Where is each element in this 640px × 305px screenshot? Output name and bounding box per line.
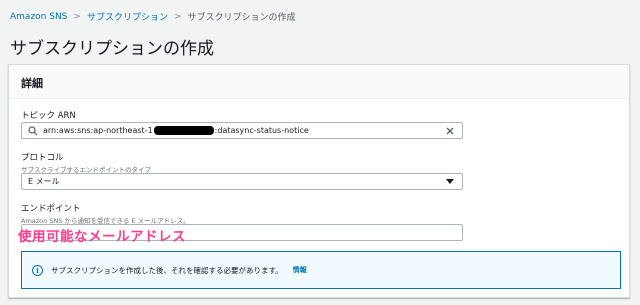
breadcrumb-subscriptions[interactable]: サブスクリプション bbox=[87, 10, 168, 23]
endpoint-label: エンドポイント bbox=[21, 204, 81, 214]
topic-arn-prefix: arn:aws:sns:ap-northeast-1 bbox=[43, 126, 153, 135]
protocol-field: プロトコル サブスクライブするエンドポイントのタイプ E メール bbox=[21, 151, 463, 190]
redaction-mark bbox=[153, 126, 214, 135]
info-icon: i bbox=[32, 264, 43, 276]
chevron-down-icon bbox=[446, 179, 454, 184]
breadcrumb: Amazon SNS > サブスクリプション > サブスクリプションの作成 bbox=[10, 10, 296, 24]
topic-arn-value: arn:aws:sns:ap-northeast-1 :datasync-sta… bbox=[43, 126, 309, 135]
topic-arn-label: トピック ARN bbox=[21, 111, 76, 121]
chevron-right-icon: > bbox=[73, 11, 81, 22]
details-header: 詳細 bbox=[9, 65, 629, 99]
details-panel: 詳細 トピック ARN arn:aws:sns:ap-northeast-1 :… bbox=[8, 64, 630, 298]
page-title: サブスクリプションの作成 bbox=[10, 39, 214, 59]
search-icon bbox=[28, 125, 38, 136]
clear-icon[interactable] bbox=[444, 125, 456, 137]
chevron-right-icon: > bbox=[173, 11, 182, 22]
protocol-select[interactable]: E メール bbox=[21, 173, 463, 190]
protocol-label: プロトコル bbox=[21, 153, 64, 163]
info-link[interactable]: 情報 bbox=[293, 265, 307, 275]
breadcrumb-amazon-sns[interactable]: Amazon SNS bbox=[10, 12, 67, 22]
breadcrumb-current: サブスクリプションの作成 bbox=[187, 13, 296, 23]
topic-arn-field: トピック ARN arn:aws:sns:ap-northeast-1 :dat… bbox=[21, 109, 463, 139]
protocol-selected-value: E メール bbox=[28, 177, 60, 186]
endpoint-field: エンドポイント Amazon SNS から通知を受信できる E メールアドレス。 bbox=[21, 202, 463, 241]
info-alert: i サブスクリプションを作成した後、それを確認する必要があります。 情報 bbox=[21, 251, 621, 289]
topic-arn-suffix: :datasync-status-notice bbox=[214, 126, 309, 135]
info-alert-text: サブスクリプションを作成した後、それを確認する必要があります。 bbox=[51, 265, 283, 275]
topic-arn-input[interactable]: arn:aws:sns:ap-northeast-1 :datasync-sta… bbox=[21, 122, 463, 139]
annotation-overlay: 使用可能なメールアドレス bbox=[18, 229, 186, 245]
